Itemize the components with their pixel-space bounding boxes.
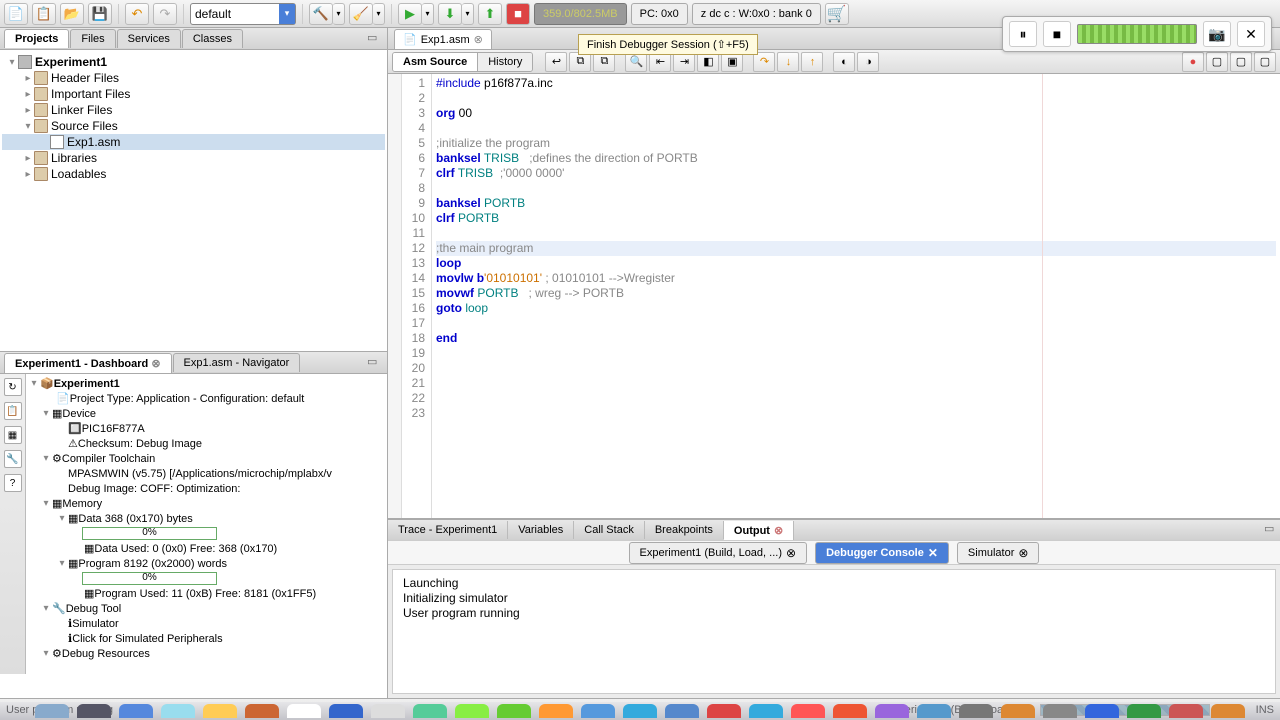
output-max-icon[interactable]: ▭ <box>1264 522 1280 538</box>
registers-badge: z dc c : W:0x0 : bank 0 <box>692 3 821 25</box>
dash-refresh-icon[interactable]: ↻ <box>4 378 22 396</box>
et-bp2-icon[interactable]: ◑ <box>857 52 879 72</box>
code-editor[interactable]: 1234567891011121314151617181920212223 #i… <box>388 74 1280 518</box>
subtab-simulator[interactable]: Simulator⊗ <box>957 542 1040 564</box>
tab-dashboard[interactable]: Experiment1 - Dashboard ⊗ <box>4 353 172 373</box>
clean-menu-icon[interactable]: ▾ <box>373 3 385 25</box>
seg-asm-source[interactable]: Asm Source <box>393 53 478 71</box>
subtab-debugger[interactable]: Debugger Console✕ <box>815 542 949 564</box>
dash-help-icon[interactable]: ? <box>4 474 22 492</box>
et-m1-icon[interactable]: ▢ <box>1206 52 1228 72</box>
et-step-in-icon[interactable]: ↓ <box>777 52 799 72</box>
tab-projects[interactable]: Projects <box>4 29 69 48</box>
pause-icon[interactable]: ⏸ <box>1009 21 1037 47</box>
et-rec-icon[interactable]: ● <box>1182 52 1204 72</box>
build-menu-icon[interactable]: ▾ <box>333 3 345 25</box>
read-icon[interactable]: ⬆ <box>478 3 502 25</box>
dashboard-panel: ↻ 📋 ▦ 🔧 ? ▾📦 Experiment1 📄 Project Type:… <box>0 374 387 698</box>
dash-tool-icon[interactable]: 🔧 <box>4 450 22 468</box>
close-float-icon[interactable]: ✕ <box>1237 21 1265 47</box>
debug-float-toolbar: ⏸ ■ 📷 ✕ <box>1002 16 1272 52</box>
close-tab-icon[interactable]: ⊗ <box>474 33 483 46</box>
editor-toolbar: Asm Source History ↩ ⧉ ⧉ 🔍 ⇤ ⇥ ◧ ▣ ↷ ↓ ↑… <box>388 50 1280 74</box>
tab-services[interactable]: Services <box>117 29 181 48</box>
dash-chip-icon[interactable]: ▦ <box>4 426 22 444</box>
minimize-dash-icon[interactable]: ▭ <box>367 355 383 371</box>
pc-badge: PC: 0x0 <box>631 3 688 25</box>
tab-navigator[interactable]: Exp1.asm - Navigator <box>173 353 301 372</box>
tab-variables[interactable]: Variables <box>508 521 574 539</box>
project-tree[interactable]: ▾Experiment1 ▸Header Files ▸Important Fi… <box>0 50 387 351</box>
stop-debug-icon[interactable]: ■ <box>1043 21 1071 47</box>
minimize-icon[interactable]: ▭ <box>367 31 383 47</box>
editor-tab[interactable]: 📄 Exp1.asm⊗ <box>394 29 492 49</box>
camera-icon[interactable]: 📷 <box>1203 21 1231 47</box>
save-icon[interactable]: 💾 <box>88 3 112 25</box>
new-file-icon[interactable]: 📄 <box>4 3 28 25</box>
subtab-build[interactable]: Experiment1 (Build, Load, ...)⊗ <box>629 542 808 564</box>
download-menu-icon[interactable]: ▾ <box>462 3 474 25</box>
tab-trace[interactable]: Trace - Experiment1 <box>388 521 508 539</box>
macos-dock[interactable] <box>0 702 1280 720</box>
tab-files[interactable]: Files <box>70 29 115 48</box>
et-step-out-icon[interactable]: ↑ <box>801 52 823 72</box>
et-m2-icon[interactable]: ▢ <box>1230 52 1252 72</box>
et-last-edit-icon[interactable]: ↩ <box>545 52 567 72</box>
output-tabs: Trace - Experiment1 Variables Call Stack… <box>388 519 1280 541</box>
new-project-icon[interactable]: 📋 <box>32 3 56 25</box>
build-icon[interactable]: 🔨 <box>309 3 333 25</box>
dashboard-tabs: Experiment1 - Dashboard ⊗ Exp1.asm - Nav… <box>0 352 387 374</box>
run-icon[interactable]: ▶ <box>398 3 422 25</box>
tab-output[interactable]: Output⊗ <box>724 521 794 540</box>
run-menu-icon[interactable]: ▾ <box>422 3 434 25</box>
seg-history[interactable]: History <box>478 53 532 71</box>
memory-badge: 359.0/802.5MB <box>534 3 627 25</box>
led-strip <box>1077 24 1197 44</box>
clean-build-icon[interactable]: 🧹 <box>349 3 373 25</box>
et-bp1-icon[interactable]: ◐ <box>833 52 855 72</box>
redo-icon[interactable]: ↷ <box>153 3 177 25</box>
et-m3-icon[interactable]: ▢ <box>1254 52 1276 72</box>
tree-source-file: Exp1.asm <box>2 134 385 150</box>
stop-icon[interactable]: ■ <box>506 3 530 25</box>
tree-project-root: ▾Experiment1 <box>2 54 385 70</box>
finish-session-tooltip: Finish Debugger Session (⇧+F5) <box>578 34 758 55</box>
dash-prop-icon[interactable]: 📋 <box>4 402 22 420</box>
open-icon[interactable]: 📂 <box>60 3 84 25</box>
tab-callstack[interactable]: Call Stack <box>574 521 645 539</box>
undo-icon[interactable]: ↶ <box>125 3 149 25</box>
cart-icon[interactable]: 🛒 <box>825 3 849 25</box>
debugger-console[interactable]: LaunchingInitializing simulatorUser prog… <box>392 569 1276 694</box>
tab-classes[interactable]: Classes <box>182 29 243 48</box>
projects-tabs: Projects Files Services Classes ▭ <box>0 28 387 50</box>
config-combo[interactable]: default▾ <box>190 3 296 25</box>
output-subtabs: Experiment1 (Build, Load, ...)⊗ Debugger… <box>388 541 1280 565</box>
tab-breakpoints[interactable]: Breakpoints <box>645 521 724 539</box>
download-icon[interactable]: ⬇ <box>438 3 462 25</box>
